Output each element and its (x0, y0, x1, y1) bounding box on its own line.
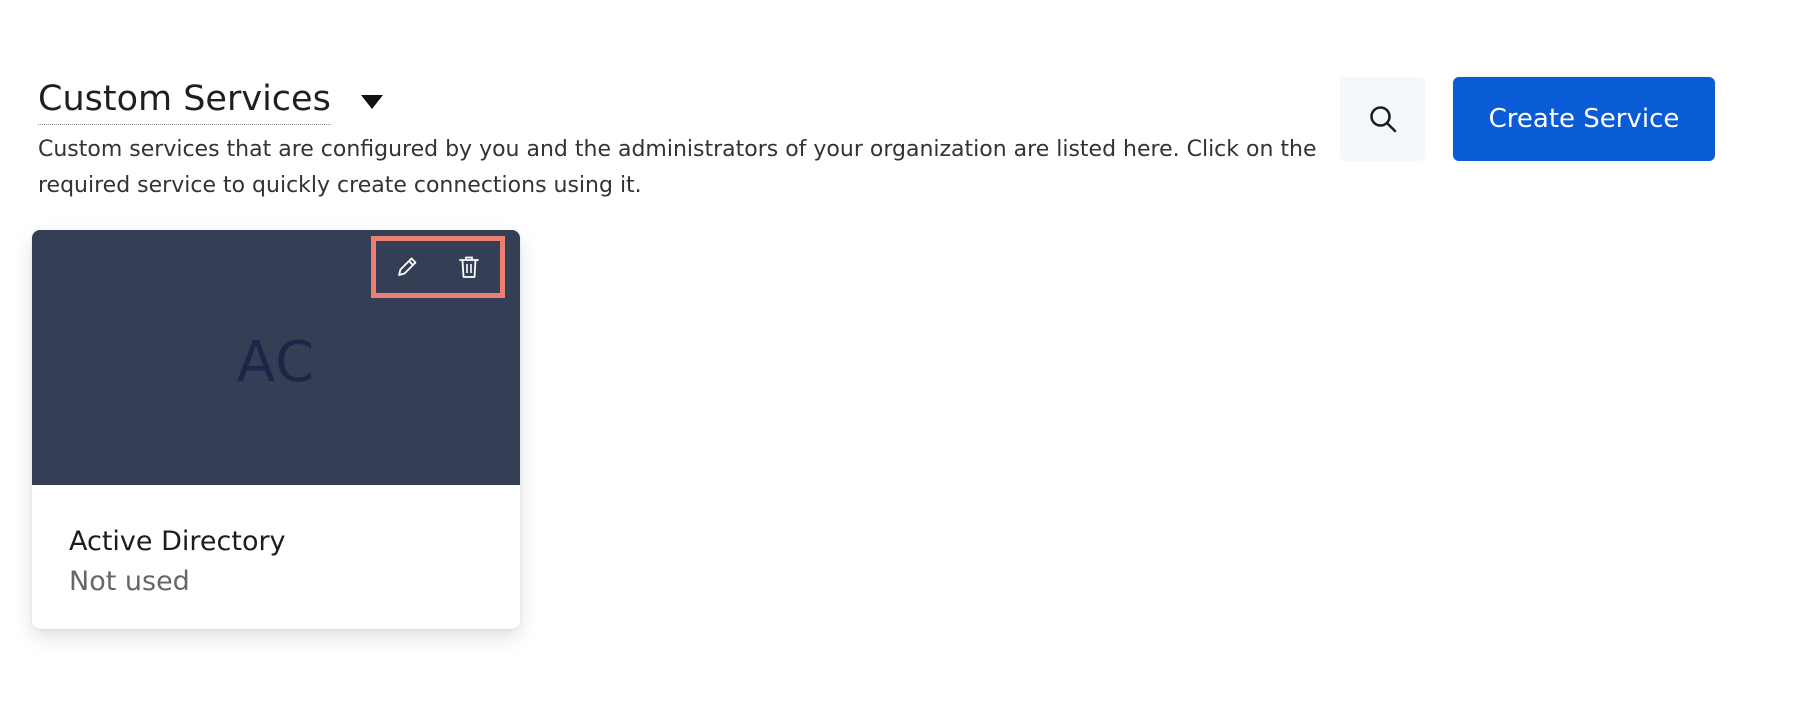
service-card-header: AC (32, 230, 520, 485)
edit-icon[interactable] (390, 250, 424, 284)
service-card-active-directory[interactable]: AC Active Directory Not used (32, 230, 520, 629)
page-title-group[interactable]: Custom Services (38, 76, 383, 125)
service-card-body: Active Directory Not used (32, 485, 520, 629)
custom-services-page: Custom Services Custom services that are… (0, 0, 1794, 714)
service-name: Active Directory (69, 526, 286, 557)
search-button[interactable] (1340, 77, 1425, 161)
create-service-button[interactable]: Create Service (1453, 77, 1715, 161)
delete-icon[interactable] (452, 250, 486, 284)
page-description: Custom services that are configured by y… (38, 137, 1317, 198)
page-title[interactable]: Custom Services (38, 76, 331, 125)
chevron-down-icon[interactable] (360, 94, 383, 109)
service-status: Not used (69, 566, 190, 597)
search-icon (1369, 106, 1396, 133)
card-action-group (371, 236, 505, 298)
